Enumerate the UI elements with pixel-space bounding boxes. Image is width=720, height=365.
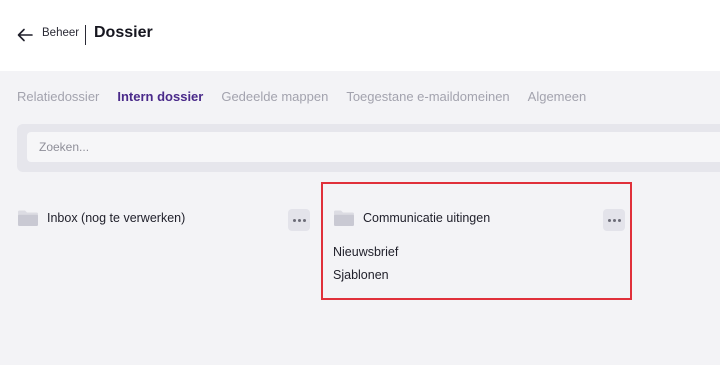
tab-intern-dossier[interactable]: Intern dossier: [117, 89, 203, 104]
folder-card-inbox: Inbox (nog te verwerken): [17, 182, 311, 300]
tab-toegestane-e-maildomeinen[interactable]: Toegestane e-maildomeinen: [346, 89, 509, 104]
folder-icon: [333, 209, 355, 227]
page-title: Dossier: [94, 24, 153, 41]
more-dots-icon: [292, 218, 306, 222]
tab-relatiedossier[interactable]: Relatiedossier: [17, 89, 99, 104]
search-input[interactable]: [27, 132, 720, 162]
breadcrumb-beheer[interactable]: Beheer: [42, 27, 79, 39]
more-options-button[interactable]: [603, 209, 625, 231]
folder-card-communicatie: Communicatie uitingen Nieuwsbrief Sjablo…: [321, 182, 632, 300]
subfolder-nieuwsbrief[interactable]: Nieuwsbrief: [333, 245, 398, 259]
search-bar: [17, 124, 720, 172]
tab-bar: Relatiedossier Intern dossier Gedeelde m…: [17, 89, 586, 104]
tab-algemeen[interactable]: Algemeen: [528, 89, 587, 104]
breadcrumb-divider: [85, 25, 86, 45]
tab-gedeelde-mappen[interactable]: Gedeelde mappen: [221, 89, 328, 104]
folder-label: Inbox (nog te verwerken): [47, 211, 186, 225]
folder-label: Communicatie uitingen: [363, 211, 491, 225]
more-dots-icon: [607, 218, 621, 222]
folder-communicatie-uitingen[interactable]: Communicatie uitingen: [333, 209, 490, 227]
folder-inbox[interactable]: Inbox (nog te verwerken): [17, 209, 185, 227]
page-header: Beheer Dossier: [0, 0, 720, 71]
back-button[interactable]: [16, 25, 34, 45]
subfolder-sjablonen[interactable]: Sjablonen: [333, 268, 389, 282]
more-options-button[interactable]: [288, 209, 310, 231]
folder-icon: [17, 209, 39, 227]
arrow-left-icon: [17, 28, 33, 42]
